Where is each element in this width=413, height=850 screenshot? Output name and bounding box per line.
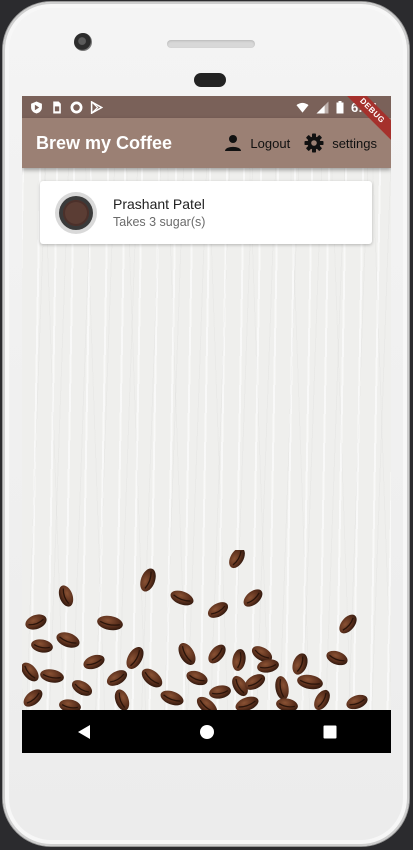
coffee-bean [207, 602, 229, 618]
recents-button[interactable] [315, 717, 345, 747]
coffee-bean [243, 589, 263, 607]
app-title: Brew my Coffee [36, 132, 173, 153]
brew-card-text: Prashant Patel Takes 3 sugar(s) [113, 196, 205, 229]
battery-icon [336, 100, 344, 113]
coffee-bean [59, 699, 81, 710]
wifi-icon [296, 102, 309, 113]
app-bar: Brew my Coffee Logout settings [22, 118, 391, 168]
gear-icon [304, 133, 324, 153]
coffee-bean [22, 662, 39, 682]
coffee-bean [170, 590, 194, 606]
coffee-bean [160, 690, 184, 706]
settings-label: settings [332, 135, 377, 151]
coffee-bean [40, 669, 64, 683]
brew-name: Prashant Patel [113, 196, 205, 212]
back-icon [77, 724, 90, 739]
coffee-bean [83, 654, 105, 670]
brew-card[interactable]: Prashant Patel Takes 3 sugar(s) [40, 181, 372, 244]
coffee-bean [106, 670, 128, 686]
coffee-bean [257, 659, 279, 673]
person-icon [225, 135, 242, 151]
coffee-bean [126, 647, 144, 669]
coffee-bean [31, 639, 53, 653]
coffee-bean [339, 614, 357, 634]
coffee-bean [275, 676, 289, 700]
coffee-bean [71, 680, 93, 696]
status-left-icons [30, 100, 103, 114]
home-icon [199, 724, 214, 739]
coffee-bean [97, 615, 123, 631]
status-bar: 6:04 DEBUG [22, 96, 391, 148]
signal-icon [316, 101, 329, 113]
coffee-bean [141, 668, 163, 688]
coffee-bean [297, 674, 323, 690]
coffee-bean [186, 670, 208, 686]
coffee-bean [23, 689, 43, 707]
speaker-grille [167, 40, 255, 48]
coffee-bean [229, 550, 245, 569]
android-nav-bar [22, 710, 391, 753]
coffee-bean [232, 649, 246, 671]
coffee-bean [208, 644, 226, 664]
phone-screen: 6:04 DEBUG Brew my Coffee Logout [22, 96, 391, 753]
coffee-bean [276, 698, 298, 710]
coffee-bean [314, 689, 330, 710]
logout-label: Logout [250, 135, 291, 151]
play-store-icon [90, 100, 103, 114]
brew-list-background: Prashant Patel Takes 3 sugar(s) [22, 168, 391, 710]
coffee-bean [56, 632, 80, 648]
sim-card-icon [53, 101, 61, 113]
coffee-beans-image [22, 550, 368, 710]
coffee-bean [326, 650, 348, 666]
coffee-bean [209, 685, 231, 699]
coffee-bean [178, 643, 196, 665]
recents-icon [323, 725, 336, 738]
coffee-bean [114, 689, 130, 710]
coffee-cup-avatar [55, 191, 97, 234]
coffee-bean [58, 585, 74, 607]
record-icon [70, 101, 83, 113]
brew-sugars: Takes 3 sugar(s) [113, 215, 206, 229]
logout-button[interactable]: Logout [224, 134, 290, 152]
coffee-bean [140, 568, 156, 592]
shield-icon [31, 101, 42, 113]
front-camera [74, 33, 92, 51]
coffee-bean [235, 696, 259, 710]
settings-button[interactable]: settings [304, 133, 377, 153]
coffee-bean [25, 614, 47, 630]
home-button[interactable] [192, 717, 222, 747]
coffee-bean [346, 694, 368, 710]
coffee-bean [292, 653, 308, 675]
back-button[interactable] [69, 717, 99, 747]
earpiece [194, 73, 226, 87]
